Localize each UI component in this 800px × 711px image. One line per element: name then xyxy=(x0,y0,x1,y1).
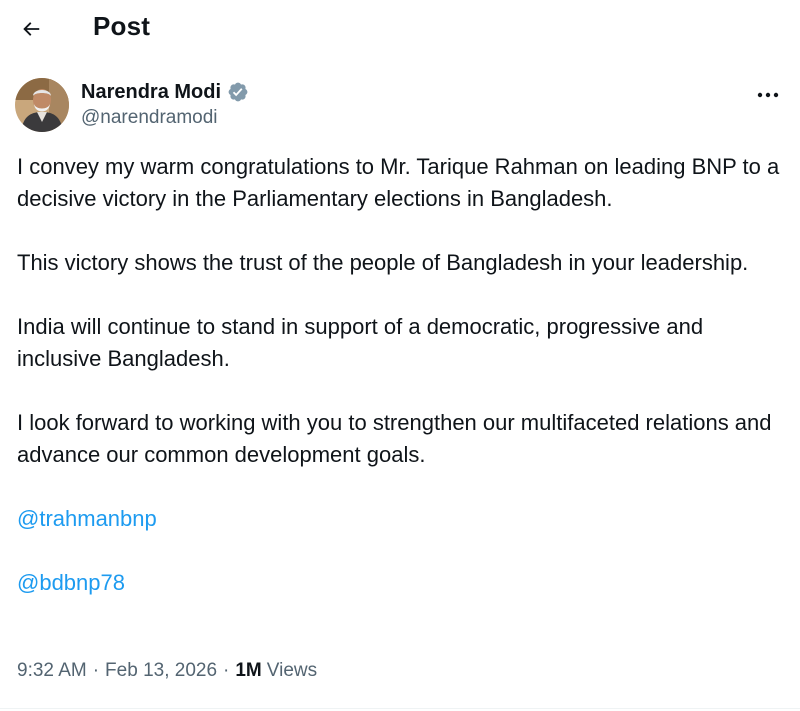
avatar-image xyxy=(15,78,69,132)
avatar[interactable] xyxy=(15,78,69,132)
meta-separator: · xyxy=(92,660,100,681)
more-horizontal-icon xyxy=(757,92,779,98)
post-meta: 9:32 AM · Feb 13, 2026 · 1M Views xyxy=(17,660,317,682)
views-label: Views xyxy=(266,660,318,681)
mention-row: @bdbnp78 xyxy=(17,567,787,599)
post-text: I convey my warm congratulations to Mr. … xyxy=(17,151,787,599)
name-row: Narendra Modi xyxy=(81,78,249,106)
arrow-left-icon xyxy=(23,22,40,36)
author-handle[interactable]: @narendramodi xyxy=(81,107,218,129)
post-header: Post xyxy=(0,0,800,56)
mention-link[interactable]: @trahmanbnp xyxy=(17,503,157,535)
post-date[interactable]: Feb 13, 2026 xyxy=(105,660,217,682)
mention-row: @trahmanbnp xyxy=(17,503,787,535)
post-paragraph: I convey my warm congratulations to Mr. … xyxy=(17,154,780,211)
post-paragraph: India will continue to stand in support … xyxy=(17,314,704,371)
verified-badge-icon[interactable] xyxy=(227,81,249,103)
views-count: 1M xyxy=(235,660,262,681)
page-title: Post xyxy=(93,11,151,41)
mention-link[interactable]: @bdbnp78 xyxy=(17,567,125,599)
back-button[interactable] xyxy=(14,12,48,46)
post-author: Narendra Modi @narendramodi xyxy=(0,74,800,138)
post-paragraph: This victory shows the trust of the peop… xyxy=(17,250,749,275)
post-time[interactable]: 9:32 AM xyxy=(17,660,87,682)
meta-separator: · xyxy=(223,660,230,681)
more-options-button[interactable] xyxy=(748,78,788,112)
post-paragraph: I look forward to working with you to st… xyxy=(17,410,772,467)
divider xyxy=(0,708,800,709)
author-name[interactable]: Narendra Modi xyxy=(81,81,221,104)
